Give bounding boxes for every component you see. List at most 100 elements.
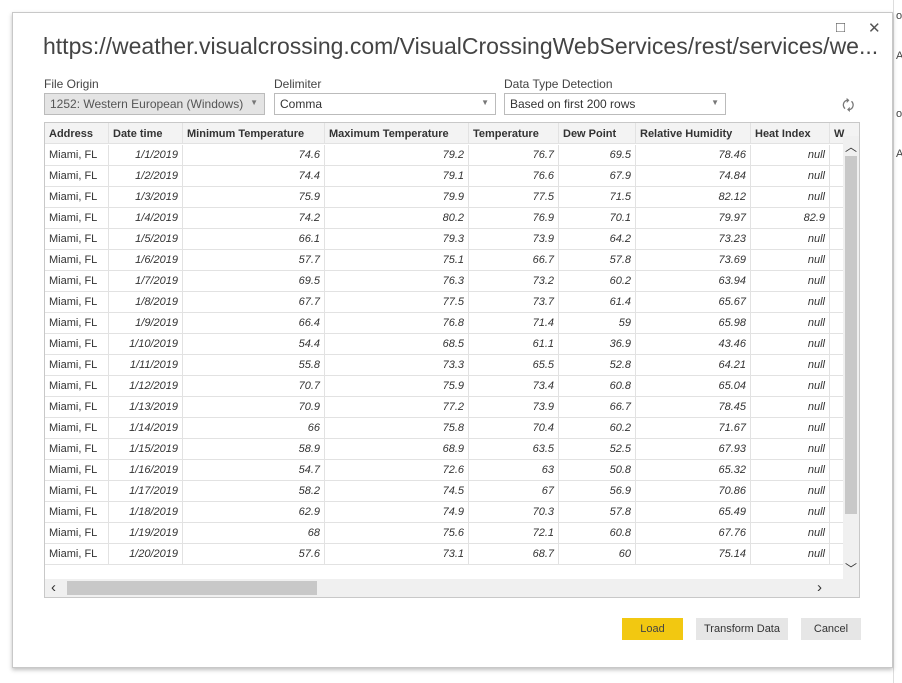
table-cell: 68 <box>183 523 325 544</box>
table-cell: 71.5 <box>559 187 636 208</box>
scroll-up-icon[interactable]: ︿ <box>845 138 857 155</box>
table-cell: 57.6 <box>183 544 325 565</box>
table-cell: Miami, FL <box>45 145 109 166</box>
transform-data-button[interactable]: Transform Data <box>696 618 788 640</box>
table-cell: null <box>751 481 830 502</box>
table-cell: 56.9 <box>559 481 636 502</box>
table-cell: 72.6 <box>325 460 469 481</box>
column-header[interactable]: Temperature <box>469 123 559 144</box>
preview-table: Address Date time Minimum Temperature Maxim… <box>44 122 860 598</box>
table-cell: 74.2 <box>183 208 325 229</box>
table-row: Miami, FL 1/12/2019 70.7 75.9 73.4 60.8 65.04 n… <box>45 376 859 397</box>
refresh-file-icon[interactable]: 🗘 <box>842 95 855 119</box>
table-row: Miami, FL 1/17/2019 58.2 74.5 67 56.9 70.86 nul… <box>45 481 859 502</box>
table-cell: 60 <box>559 544 636 565</box>
table-cell: 1/14/2019 <box>109 418 183 439</box>
table-cell: Miami, FL <box>45 313 109 334</box>
table-cell: 73.1 <box>325 544 469 565</box>
table-cell: 75.8 <box>325 418 469 439</box>
table-cell: 1/7/2019 <box>109 271 183 292</box>
bg-fragment: o <box>896 10 902 22</box>
table-cell: 75.9 <box>325 376 469 397</box>
vertical-scrollbar[interactable]: ︿ ﹀ <box>843 136 859 580</box>
table-cell: 54.7 <box>183 460 325 481</box>
table-cell: 76.7 <box>469 145 559 166</box>
table-cell: 66.1 <box>183 229 325 250</box>
table-cell: 75.1 <box>325 250 469 271</box>
column-header[interactable]: Address <box>45 123 109 144</box>
horizontal-scroll-thumb[interactable] <box>67 581 317 595</box>
table-cell: 80.2 <box>325 208 469 229</box>
table-cell: 82.12 <box>636 187 751 208</box>
table-cell: 1/17/2019 <box>109 481 183 502</box>
cancel-button[interactable]: Cancel <box>801 618 861 640</box>
table-cell: 58.9 <box>183 439 325 460</box>
table-cell: 65.98 <box>636 313 751 334</box>
horizontal-scrollbar[interactable]: ‹ › <box>45 579 859 597</box>
table-row: Miami, FL 1/4/2019 74.2 80.2 76.9 70.1 79.97 82… <box>45 208 859 229</box>
scroll-down-icon[interactable]: ﹀ <box>845 560 857 577</box>
table-cell: 65.32 <box>636 460 751 481</box>
column-header[interactable]: Heat Index <box>751 123 830 144</box>
table-cell: 65.5 <box>469 355 559 376</box>
table-cell: 82.9 <box>751 208 830 229</box>
table-cell: null <box>751 502 830 523</box>
column-header[interactable]: Maximum Temperature <box>325 123 469 144</box>
table-cell: Miami, FL <box>45 460 109 481</box>
table-cell: 77.5 <box>325 292 469 313</box>
table-cell: 72.1 <box>469 523 559 544</box>
table-cell: Miami, FL <box>45 271 109 292</box>
table-cell: 66.7 <box>469 250 559 271</box>
table-cell: Miami, FL <box>45 229 109 250</box>
table-cell: 74.5 <box>325 481 469 502</box>
table-cell: 76.3 <box>325 271 469 292</box>
column-header[interactable]: Relative Humidity <box>636 123 751 144</box>
table-cell: 1/10/2019 <box>109 334 183 355</box>
table-cell: 75.14 <box>636 544 751 565</box>
table-cell: 75.9 <box>183 187 325 208</box>
table-cell: 68.5 <box>325 334 469 355</box>
scroll-right-icon[interactable]: › <box>817 579 822 596</box>
table-cell: Miami, FL <box>45 544 109 565</box>
table-cell: 57.8 <box>559 502 636 523</box>
table-cell: null <box>751 355 830 376</box>
table-cell: Miami, FL <box>45 187 109 208</box>
table-cell: 66.4 <box>183 313 325 334</box>
delimiter-select[interactable]: Comma ▼ <box>274 93 496 115</box>
table-cell: null <box>751 292 830 313</box>
table-cell: 1/15/2019 <box>109 439 183 460</box>
table-header-row: Address Date time Minimum Temperature Maxim… <box>45 123 859 144</box>
table-cell: 1/4/2019 <box>109 208 183 229</box>
table-cell: 43.46 <box>636 334 751 355</box>
table-cell: null <box>751 187 830 208</box>
table-cell: null <box>751 313 830 334</box>
table-cell: 1/2/2019 <box>109 166 183 187</box>
table-cell: 1/19/2019 <box>109 523 183 544</box>
file-origin-select[interactable]: 1252: Western European (Windows) ▼ <box>44 93 265 115</box>
table-cell: 74.6 <box>183 145 325 166</box>
table-cell: Miami, FL <box>45 439 109 460</box>
vertical-scroll-thumb[interactable] <box>845 156 857 514</box>
table-cell: 60.8 <box>559 523 636 544</box>
table-cell: 60.8 <box>559 376 636 397</box>
column-header[interactable]: Date time <box>109 123 183 144</box>
table-row: Miami, FL 1/10/2019 54.4 68.5 61.1 36.9 43.46 n… <box>45 334 859 355</box>
table-row: Miami, FL 1/9/2019 66.4 76.8 71.4 59 65.98 null <box>45 313 859 334</box>
table-cell: 62.9 <box>183 502 325 523</box>
load-button[interactable]: Load <box>622 618 683 640</box>
column-header[interactable]: Minimum Temperature <box>183 123 325 144</box>
table-cell: 65.49 <box>636 502 751 523</box>
column-header[interactable]: Dew Point <box>559 123 636 144</box>
table-cell: 73.9 <box>469 397 559 418</box>
data-type-detection-select[interactable]: Based on first 200 rows ▼ <box>504 93 726 115</box>
table-cell: 70.86 <box>636 481 751 502</box>
table-cell: 1/1/2019 <box>109 145 183 166</box>
table-cell: 73.2 <box>469 271 559 292</box>
scroll-left-icon[interactable]: ‹ <box>51 579 56 596</box>
table-cell: 1/20/2019 <box>109 544 183 565</box>
delimiter-label: Delimiter <box>274 77 322 91</box>
table-cell: 57.7 <box>183 250 325 271</box>
table-cell: null <box>751 418 830 439</box>
table-cell: Miami, FL <box>45 481 109 502</box>
table-cell: null <box>751 334 830 355</box>
